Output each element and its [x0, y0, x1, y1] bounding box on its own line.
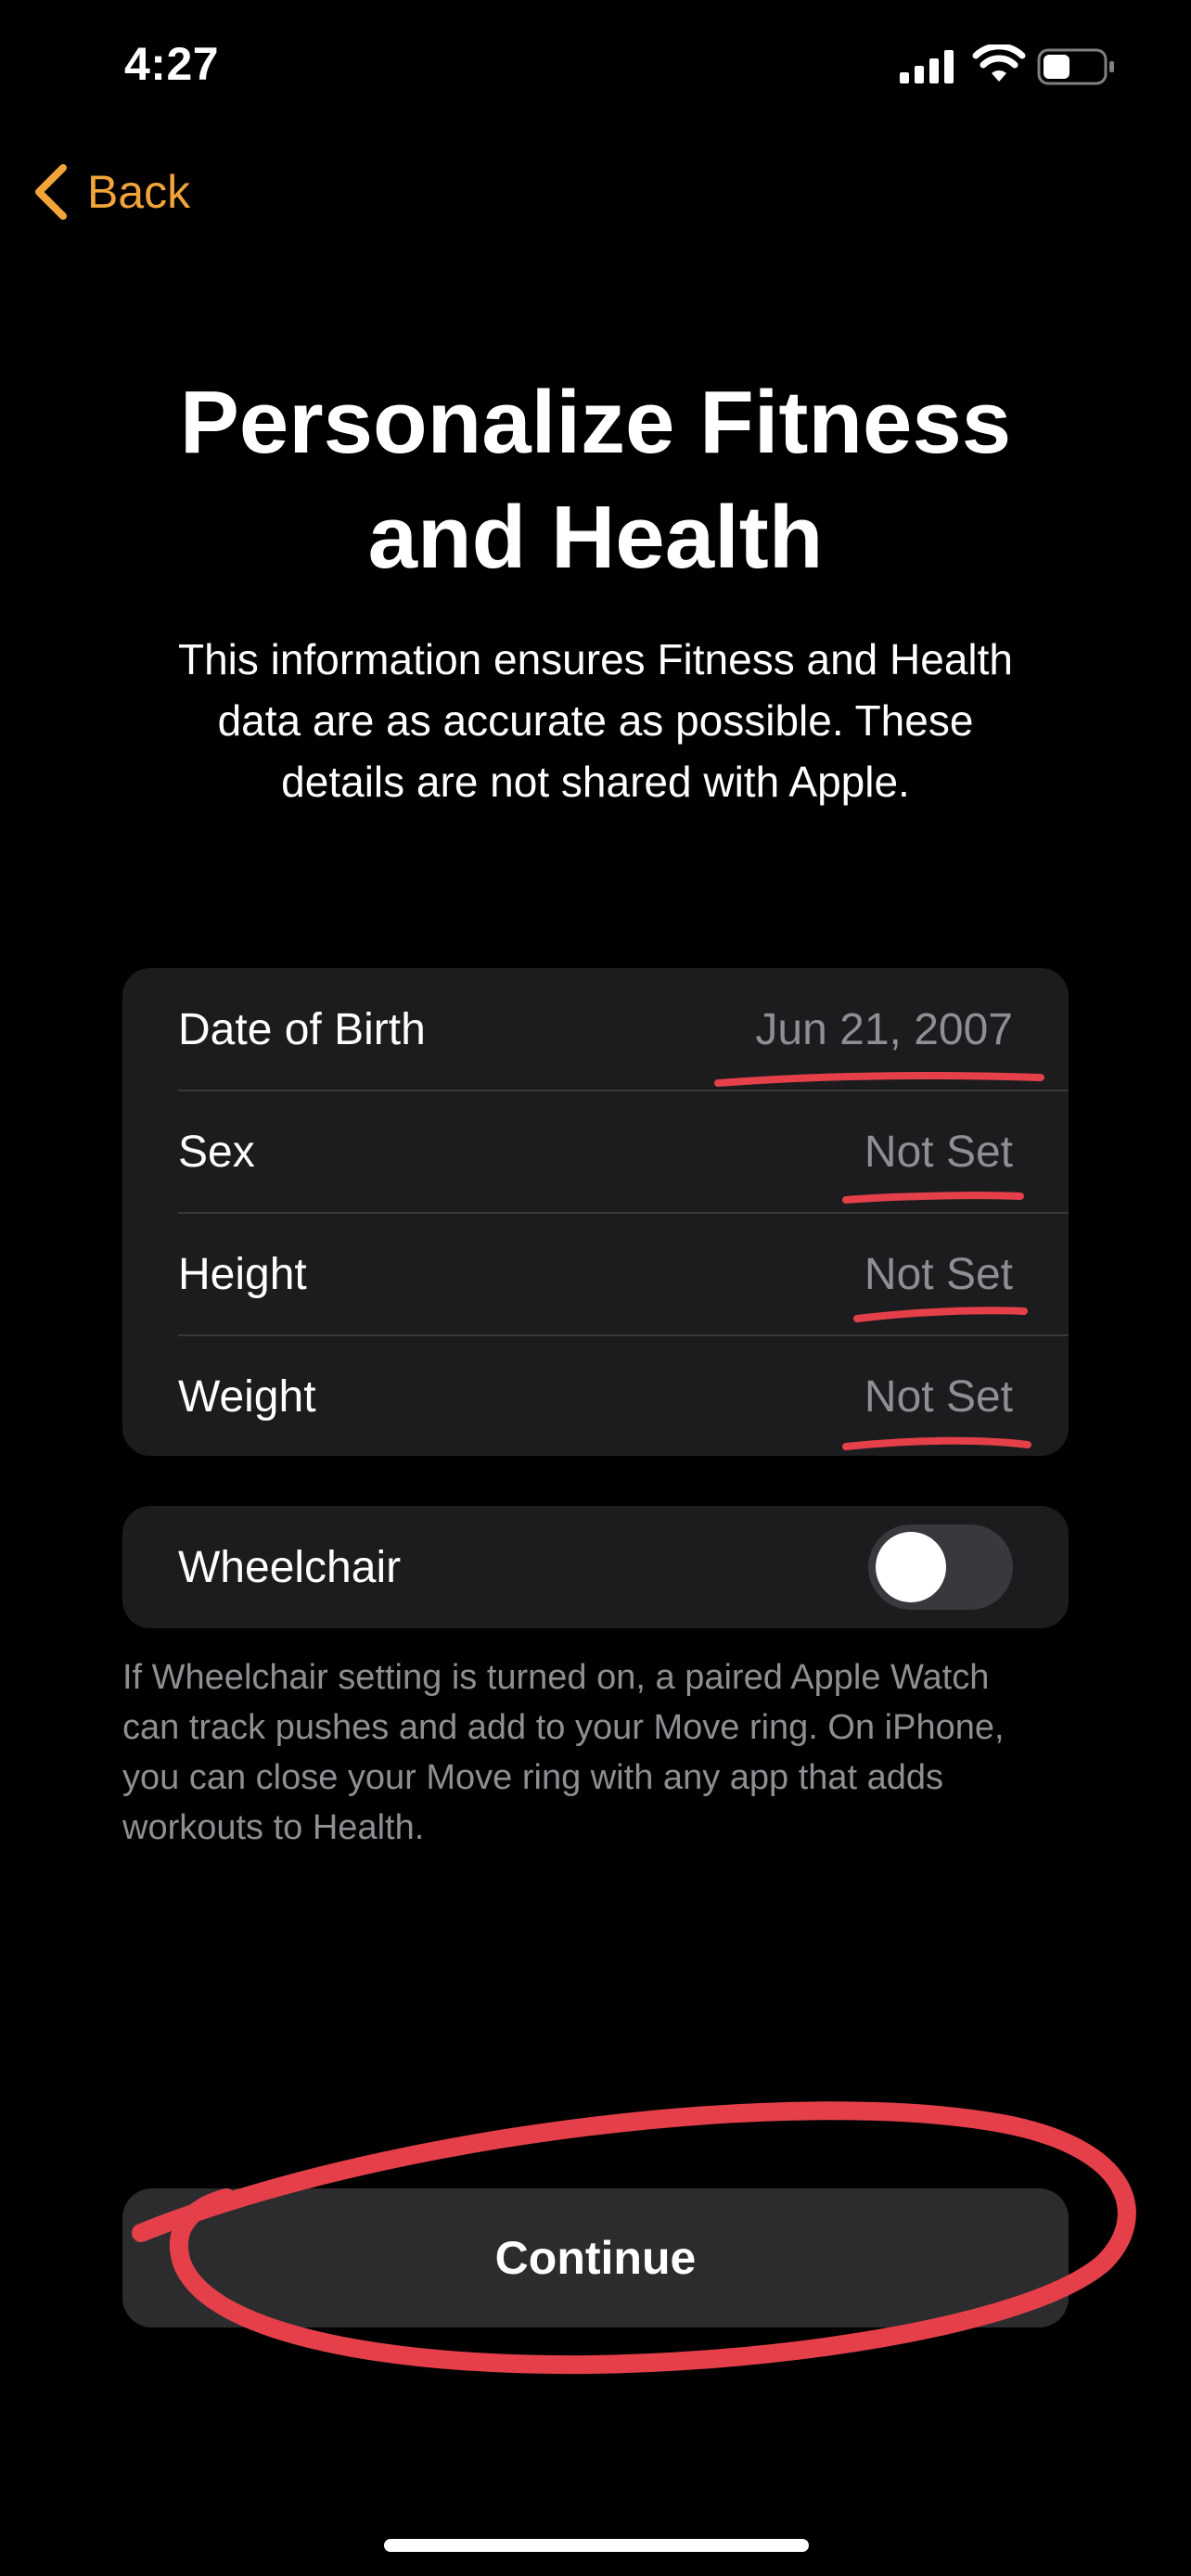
back-button[interactable]: Back — [32, 158, 190, 226]
page-title: Personalize Fitness and Health — [93, 365, 1098, 595]
back-label: Back — [87, 166, 191, 218]
continue-button[interactable]: Continue — [122, 2188, 1069, 2327]
footnote-line-1: If Wheelchair setting is turned on, a pa… — [122, 1658, 990, 1697]
date-of-birth-row[interactable]: Date of Birth Jun 21, 2007 — [122, 968, 1069, 1090]
footnote-line-4: workouts to Health. — [122, 1808, 425, 1847]
date-of-birth-value: Jun 21, 2007 — [755, 1004, 1013, 1054]
chevron-left-icon — [35, 164, 67, 220]
sex-label: Sex — [178, 1127, 255, 1177]
continue-label: Continue — [494, 2232, 697, 2284]
date-of-birth-label: Date of Birth — [178, 1004, 426, 1054]
weight-label: Weight — [178, 1371, 316, 1422]
sex-row[interactable]: Sex Not Set — [122, 1090, 1069, 1213]
subtitle-line-3: details are not shared with Apple. — [281, 758, 910, 806]
weight-value: Not Set — [864, 1371, 1013, 1422]
signal-icon — [900, 50, 954, 83]
footnote-line-2: can track pushes and add to your Move ri… — [122, 1708, 1005, 1747]
wheelchair-label: Wheelchair — [178, 1542, 402, 1592]
height-row[interactable]: Height Not Set — [122, 1213, 1069, 1335]
weight-row[interactable]: Weight Not Set — [122, 1335, 1069, 1456]
wheelchair-card: Wheelchair — [122, 1506, 1069, 1628]
subtitle-line-2: data are as accurate as possible. These — [217, 696, 974, 745]
subtitle-line-1: This information ensures Fitness and Hea… — [178, 635, 1013, 683]
toggle-knob — [876, 1532, 946, 1602]
status-time: 4:27 — [124, 38, 220, 90]
wheelchair-footnote: If Wheelchair setting is turned on, a pa… — [122, 1652, 1069, 1853]
height-value: Not Set — [864, 1249, 1013, 1299]
footnote-line-3: you can close your Move ring with any ap… — [122, 1758, 944, 1797]
wheelchair-toggle[interactable] — [868, 1524, 1013, 1610]
wifi-icon — [972, 45, 1026, 82]
title-line-2: and Health — [367, 488, 824, 587]
title-line-1: Personalize Fitness — [179, 373, 1012, 472]
height-label: Height — [178, 1249, 307, 1299]
sex-value: Not Set — [864, 1127, 1013, 1177]
personal-details-card: Date of Birth Jun 21, 2007 Sex Not Set H… — [122, 968, 1069, 1456]
battery-icon — [1037, 48, 1114, 85]
home-indicator[interactable] — [384, 2539, 809, 2552]
status-bar: 4:27 — [0, 0, 1191, 139]
page-subtitle: This information ensures Fitness and Hea… — [111, 629, 1080, 812]
